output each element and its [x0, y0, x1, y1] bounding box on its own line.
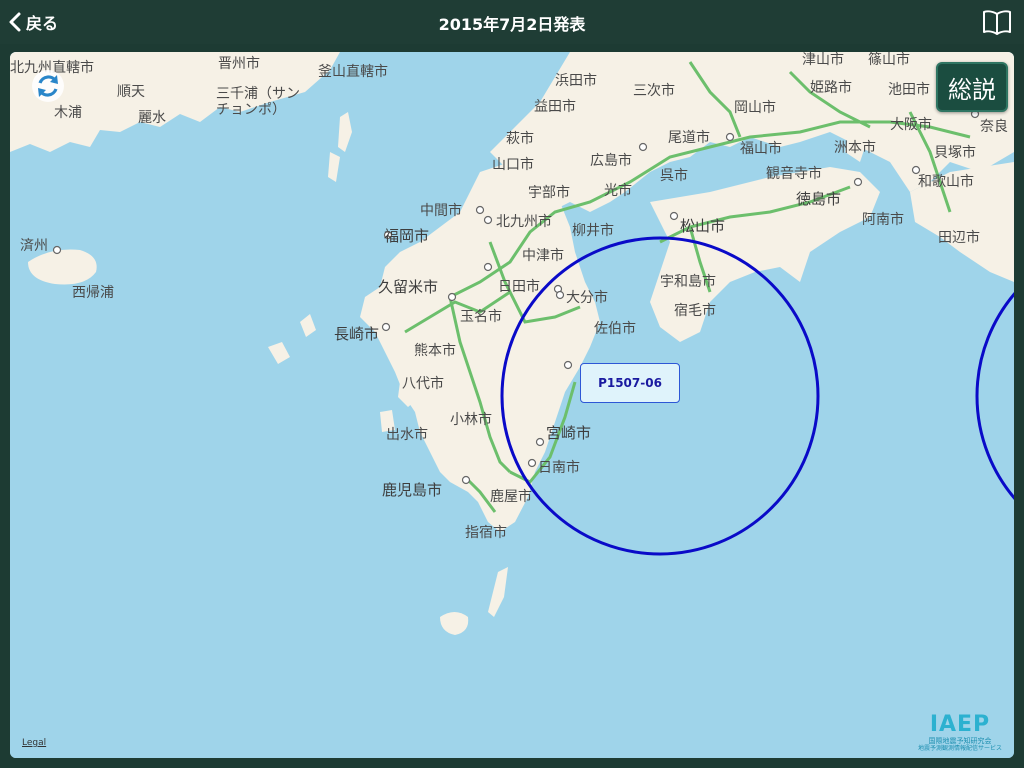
- label-sukumo: 宿毛市: [674, 302, 716, 319]
- label-reisui: 麗水: [138, 110, 166, 126]
- iaep-logo: IAEP 国際地震予知研究会 地震予測観測情報配信サービス: [916, 712, 1004, 752]
- label-fushi: 晋州市: [218, 55, 260, 72]
- label-seikiho: 西帰浦: [72, 284, 114, 301]
- label-nichinan: 日南市: [538, 459, 580, 476]
- label-saiki: 佐伯市: [594, 320, 636, 337]
- label-okayama: 岡山市: [734, 99, 776, 116]
- label-hagi: 萩市: [506, 130, 534, 147]
- map-canvas[interactable]: 北九州直轄市 順天 麗水 木浦 晋州市 釜山直轄市 三千浦（サン チョンポ） 済…: [10, 52, 1014, 758]
- refresh-icon: [32, 70, 64, 102]
- label-fukuyama: 福山市: [740, 140, 782, 157]
- label-nakatsu: 中津市: [522, 247, 564, 264]
- label-ube: 宇部市: [528, 184, 570, 201]
- refresh-button[interactable]: [30, 68, 66, 104]
- label-nagasaki: 長崎市: [334, 325, 379, 343]
- label-hita: 日田市: [498, 278, 540, 295]
- label-kiura: 木浦: [54, 105, 82, 121]
- label-miyazaki: 宮崎市: [546, 424, 591, 442]
- label-matsuyama: 松山市: [680, 217, 725, 235]
- label-ikeda: 池田市: [888, 81, 930, 98]
- label-wakayama: 和歌山市: [918, 173, 974, 190]
- label-hamada: 浜田市: [555, 72, 597, 89]
- logo-subtitle-1: 国際地震予知研究会: [928, 737, 992, 745]
- label-uwajima: 宇和島市: [660, 273, 716, 290]
- label-hikari: 光市: [604, 182, 632, 199]
- label-busan: 釜山直轄市: [318, 63, 388, 80]
- label-tsuyama: 津山市: [802, 52, 844, 68]
- label-junten: 順天: [117, 84, 145, 100]
- label-izumi: 出水市: [386, 426, 428, 443]
- logo-main-text: IAEP: [929, 712, 991, 737]
- label-himeji: 姫路市: [810, 79, 852, 96]
- label-onomichi: 尾道市: [668, 129, 710, 146]
- overview-button[interactable]: 総説: [936, 62, 1008, 112]
- label-nakama: 中間市: [420, 202, 462, 219]
- label-saishu: 済州: [20, 238, 48, 254]
- label-tamana: 玉名市: [460, 308, 502, 325]
- label-kure: 呉市: [660, 167, 688, 184]
- label-kumamoto: 熊本市: [414, 342, 456, 359]
- legal-link[interactable]: Legal: [22, 738, 46, 748]
- prediction-label[interactable]: P1507-06: [580, 363, 680, 403]
- label-nara: 奈良: [980, 119, 1008, 135]
- label-sansen2: チョンポ）: [216, 102, 286, 118]
- label-masuda: 益田市: [534, 98, 576, 115]
- label-kitakyushu: 北九州市: [496, 213, 552, 230]
- label-kanoya: 鹿屋市: [490, 488, 532, 505]
- label-fukuoka: 福岡市: [384, 227, 429, 245]
- label-osaka: 大阪市: [890, 116, 932, 133]
- label-oita: 大分市: [566, 289, 608, 306]
- map-view[interactable]: 北九州直轄市 順天 麗水 木浦 晋州市 釜山直轄市 三千浦（サン チョンポ） 済…: [10, 52, 1014, 758]
- book-icon[interactable]: [982, 8, 1012, 36]
- label-anan: 阿南市: [862, 211, 904, 228]
- label-yanai: 柳井市: [572, 222, 614, 239]
- top-navigation-bar: 戻る 2015年7月2日発表: [0, 0, 1024, 44]
- label-miyoshi: 三次市: [633, 82, 675, 99]
- label-kobayashi: 小林市: [450, 411, 492, 428]
- label-yamaguchi: 山口市: [492, 156, 534, 173]
- label-hiroshima: 広島市: [590, 152, 632, 169]
- label-ibusuki: 指宿市: [465, 524, 507, 541]
- label-kaizuka: 貝塚市: [934, 144, 976, 161]
- label-sumoto: 洲本市: [834, 139, 876, 156]
- page-title: 2015年7月2日発表: [438, 15, 586, 34]
- label-tanabe: 田辺市: [938, 229, 980, 246]
- label-sansen: 三千浦（サン: [216, 86, 300, 102]
- label-kagoshima: 鹿児島市: [382, 481, 442, 499]
- label-kanonji: 観音寺市: [766, 165, 822, 182]
- label-tokushima: 徳島市: [796, 190, 841, 208]
- label-yatsushiro: 八代市: [402, 375, 444, 392]
- label-sasayama: 篠山市: [868, 52, 910, 68]
- logo-subtitle-2: 地震予測観測情報配信サービス: [917, 745, 1002, 752]
- label-kurume: 久留米市: [378, 278, 438, 296]
